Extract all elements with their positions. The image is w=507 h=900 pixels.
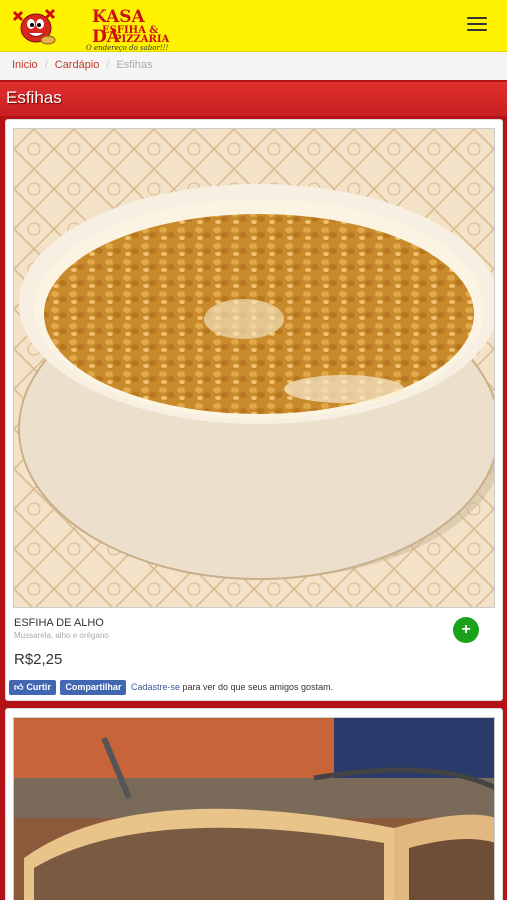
plus-icon: + <box>461 621 471 638</box>
breadcrumb-menu[interactable]: Cardápio <box>55 59 100 71</box>
add-to-cart-button[interactable]: + <box>453 617 479 643</box>
product-card <box>5 708 503 900</box>
product-name: ESFIHA DE ALHO <box>14 617 104 629</box>
esfiha-photo <box>14 129 494 607</box>
hamburger-menu-icon[interactable] <box>467 17 487 33</box>
product-image[interactable] <box>13 128 495 608</box>
breadcrumb-current: Esfihas <box>116 59 153 71</box>
product-description: Mussarela, alho e orégano <box>14 631 109 640</box>
facebook-share-button[interactable]: Compartilhar <box>60 680 127 695</box>
esfiha-photo <box>14 718 494 900</box>
breadcrumb: Inicio / Cardápio / Esfihas <box>0 52 507 80</box>
top-navbar: KASA DA ESFIHA & PIZZARIA O endereço do … <box>0 0 507 52</box>
logo-subtitle-line2: PIZZARIA <box>114 34 170 45</box>
thumbs-up-icon: 👍︎ <box>14 682 24 692</box>
mascot-logo-icon <box>12 8 56 45</box>
brand-logo[interactable]: KASA DA ESFIHA & PIZZARIA O endereço do … <box>8 4 173 52</box>
product-card: ESFIHA DE ALHO Mussarela, alho e orégano… <box>5 119 503 701</box>
section-header: Esfihas <box>0 82 507 116</box>
logo-subtitle: ESFIHA & PIZZARIA <box>94 26 170 45</box>
facebook-like-button[interactable]: 👍︎ Curtir <box>9 680 56 695</box>
facebook-social-bar: 👍︎ Curtir Compartilhar Cadastre-se para v… <box>9 680 333 696</box>
breadcrumb-home[interactable]: Inicio <box>12 59 38 71</box>
logo-tagline: O endereço do sabor!!! <box>86 44 169 52</box>
facebook-signup-text: para ver do que seus amigos gostam. <box>179 681 334 692</box>
product-image[interactable] <box>13 717 495 900</box>
section-title: Esfihas <box>6 88 62 107</box>
product-price: R$2,25 <box>14 651 63 668</box>
facebook-signup-link[interactable]: Cadastre-se <box>131 682 180 692</box>
like-label: Curtir <box>26 682 51 692</box>
